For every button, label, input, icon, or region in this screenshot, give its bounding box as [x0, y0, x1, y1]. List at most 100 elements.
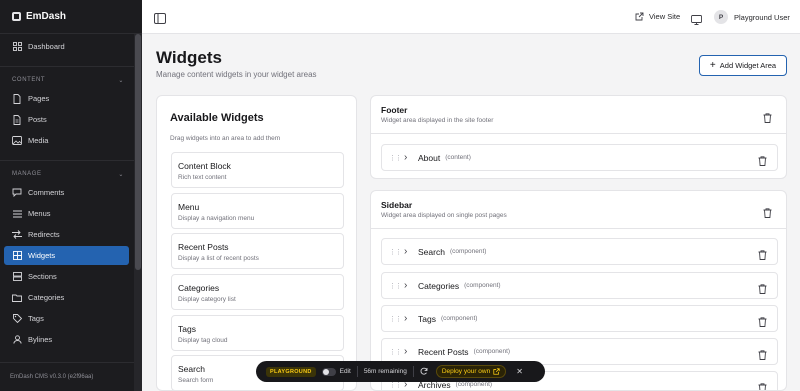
redirect-icon	[12, 230, 22, 240]
widget-row-name: Search	[418, 246, 445, 257]
widget-name: Categories	[178, 283, 220, 293]
bar-divider	[412, 366, 414, 377]
image-icon	[12, 136, 22, 146]
widget-description: Display a list of recent posts	[178, 255, 259, 262]
widget-name: Recent Posts	[178, 242, 229, 252]
widget-tags[interactable]: Tags Display tag cloud	[171, 315, 344, 351]
widget-row-about[interactable]: ⋮⋮ › About (content)	[381, 144, 778, 171]
close-icon[interactable]: ✕	[516, 367, 523, 376]
sidebar-item-comments[interactable]: Comments	[4, 183, 129, 202]
sidebar-item-bylines[interactable]: Bylines	[4, 330, 129, 349]
section-content-label: CONTENT	[12, 77, 46, 83]
widget-area-description: Widget area displayed in the site footer	[381, 117, 494, 124]
widget-area-header: Footer Widget area displayed in the site…	[371, 96, 786, 134]
plus-icon: +	[709, 59, 716, 71]
widget-description: Display a navigation menu	[178, 215, 255, 222]
external-link-icon	[493, 368, 500, 375]
section-content-toggle[interactable]: CONTENT ⌄	[12, 77, 124, 84]
widget-row-name: Categories	[418, 280, 460, 291]
sidebar-item-pages[interactable]: Pages	[4, 89, 129, 108]
view-site-link[interactable]: View Site	[635, 12, 680, 21]
drag-handle-icon[interactable]: ⋮⋮	[389, 315, 402, 323]
widget-row-name: About	[418, 152, 441, 163]
widget-recent-posts[interactable]: Recent Posts Display a list of recent po…	[171, 233, 344, 269]
sidebar-item-dashboard[interactable]: Dashboard	[4, 37, 129, 56]
widget-categories[interactable]: Categories Display category list	[171, 274, 344, 310]
add-widget-area-button[interactable]: + Add Widget Area	[699, 55, 787, 76]
widget-content-block[interactable]: Content Block Rich text content	[171, 152, 344, 188]
chevron-right-icon[interactable]: ›	[404, 346, 416, 357]
edit-toggle[interactable]	[321, 367, 336, 376]
widget-row-type: (component)	[464, 282, 501, 289]
widget-area-title: Sidebar	[381, 200, 413, 210]
trash-icon[interactable]	[763, 110, 773, 123]
file-icon	[12, 93, 22, 104]
sidebar-item-menus[interactable]: Menus	[4, 204, 129, 223]
trash-icon[interactable]	[758, 380, 768, 390]
sidebar-toggle-icon[interactable]	[154, 11, 166, 24]
sidebar-scroll-thumb[interactable]	[135, 34, 141, 270]
widget-description: Display category list	[178, 296, 236, 303]
edit-label: Edit	[339, 368, 351, 375]
widget-row-name: Recent Posts	[418, 346, 469, 357]
drag-handle-icon[interactable]: ⋮⋮	[389, 282, 402, 290]
widget-area-header: Sidebar Widget area displayed on single …	[371, 191, 786, 229]
sidebar-item-label: Pages	[28, 94, 50, 103]
section-manage-toggle[interactable]: MANAGE ⌄	[12, 171, 124, 178]
sidebar-item-redirects[interactable]: Redirects	[4, 225, 129, 244]
sidebar-item-categories[interactable]: Categories	[4, 288, 129, 307]
sidebar: EmDash Dashboard CONTENT ⌄ Pages Posts M…	[0, 0, 142, 391]
available-widgets-panel: Available Widgets Drag widgets into an a…	[156, 95, 357, 391]
available-widgets-title: Available Widgets	[170, 112, 264, 124]
dashboard-icon	[12, 42, 22, 52]
trash-icon[interactable]	[758, 247, 768, 260]
playground-bar: PLAYGROUND Edit 56m remaining Deploy you…	[256, 361, 545, 382]
widget-description: Rich text content	[178, 174, 227, 181]
drag-handle-icon[interactable]: ⋮⋮	[389, 248, 402, 256]
chevron-right-icon[interactable]: ›	[404, 152, 416, 163]
chevron-right-icon[interactable]: ›	[404, 246, 416, 257]
sidebar-divider	[0, 160, 134, 161]
trash-icon[interactable]	[758, 314, 768, 327]
sidebar-item-label: Redirects	[28, 230, 60, 239]
monitor-icon[interactable]	[691, 12, 702, 30]
chevron-right-icon[interactable]: ›	[404, 313, 416, 324]
drag-handle-icon[interactable]: ⋮⋮	[389, 348, 402, 356]
user-name: Playground User	[734, 12, 790, 22]
user-menu[interactable]: P Playground User	[714, 10, 790, 24]
drag-handle-icon[interactable]: ⋮⋮	[389, 154, 402, 162]
widget-row-tags[interactable]: ⋮⋮ › Tags (component)	[381, 305, 778, 332]
page-title: Widgets	[156, 48, 222, 67]
widget-row-categories[interactable]: ⋮⋮ › Categories (component)	[381, 272, 778, 299]
brand[interactable]: EmDash	[0, 0, 142, 34]
trash-icon[interactable]	[758, 153, 768, 166]
sidebar-item-label: Widgets	[28, 251, 56, 260]
trash-icon[interactable]	[758, 347, 768, 360]
trash-icon[interactable]	[758, 281, 768, 294]
widget-row-type: (component)	[440, 315, 478, 322]
sidebar-item-media[interactable]: Media	[4, 131, 129, 150]
widget-row-type: (component)	[449, 248, 487, 255]
user-icon	[12, 335, 22, 345]
sidebar-item-label: Posts	[28, 115, 47, 124]
sidebar-item-posts[interactable]: Posts	[4, 110, 129, 129]
sidebar-item-sections[interactable]: Sections	[4, 267, 129, 286]
widget-row-name: Tags	[418, 313, 436, 324]
sidebar-item-label: Tags	[28, 314, 44, 323]
sidebar-item-label: Menus	[28, 209, 51, 218]
tag-icon	[12, 314, 22, 324]
widget-menu[interactable]: Menu Display a navigation menu	[171, 193, 344, 229]
widget-row-search[interactable]: ⋮⋮ › Search (component)	[381, 238, 778, 265]
folder-icon	[12, 293, 22, 303]
sections-icon	[12, 272, 22, 282]
widget-row-type: (component)	[455, 381, 493, 388]
refresh-icon[interactable]	[420, 367, 428, 377]
sidebar-item-tags[interactable]: Tags	[4, 309, 129, 328]
widget-name: Tags	[178, 324, 196, 334]
widget-area-description: Widget area displayed on single post pag…	[381, 212, 507, 219]
deploy-button[interactable]: Deploy your own	[435, 365, 507, 378]
widget-row-type: (component)	[473, 348, 511, 355]
trash-icon[interactable]	[763, 205, 773, 218]
chevron-right-icon[interactable]: ›	[404, 280, 416, 291]
sidebar-item-widgets[interactable]: Widgets	[4, 246, 129, 265]
